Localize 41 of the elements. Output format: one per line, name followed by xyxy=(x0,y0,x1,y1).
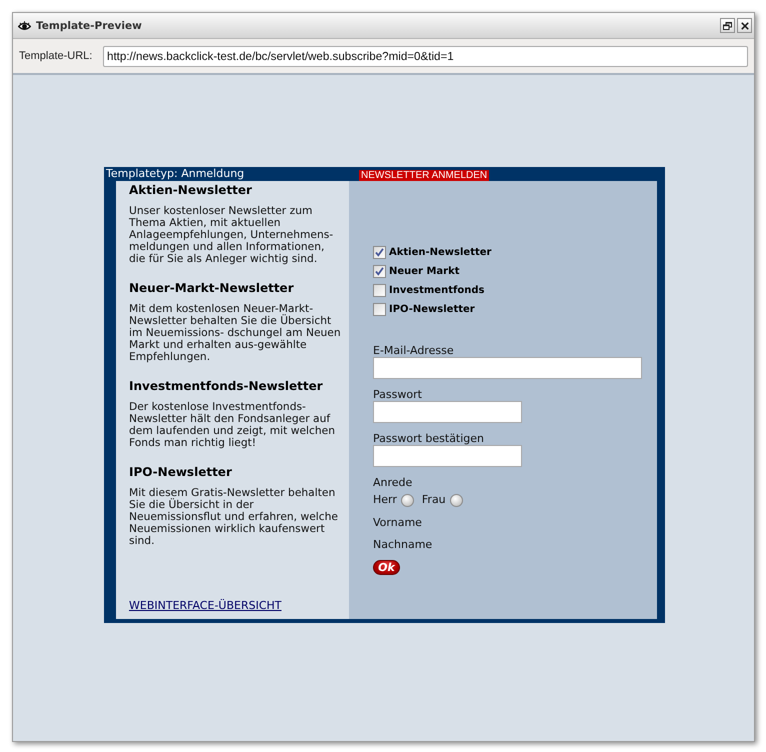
overview-link[interactable]: WEBINTERFACE-ÜBERSICHT xyxy=(129,600,282,612)
password-field[interactable] xyxy=(373,401,522,423)
checkbox-label: Neuer Markt xyxy=(389,266,460,278)
checkbox-label: IPO-Newsletter xyxy=(389,304,475,316)
field-label: Passwort bestätigen xyxy=(373,433,486,445)
newsletter-description: Mit diesem Gratis-Newsletter behalten Sie die Übersicht in der Neuemissionsflut und erfahren, welche Neuemissionen wirklich kaufenswert sind. xyxy=(129,487,339,547)
checkbox[interactable] xyxy=(373,246,386,259)
close-icon xyxy=(740,22,748,30)
checkbox-label: Aktien-Newsletter xyxy=(389,246,492,258)
newsletter-title: Aktien-Newsletter xyxy=(129,182,253,198)
template-type-label: Templatetyp: Anmeldung xyxy=(105,167,246,181)
checkbox[interactable] xyxy=(373,284,386,297)
newsletter-description: Unser kostenloser Newsletter zum Thema Aktien, mit aktuellen Anlageempfehlungen, Unternehmens- meldungen und allen Informationen, die für Sie als Anleger wichtig sind. xyxy=(129,205,334,265)
password-field[interactable] xyxy=(373,445,522,467)
newsletter-description: Der kostenlose Investmentfonds-Newsletter hält den Fondsanleger auf dem laufenden und zeigt, mit welchen Fonds man richtig liegt! xyxy=(129,401,336,449)
field-label: Vorname xyxy=(373,517,423,529)
text-field[interactable] xyxy=(373,357,642,379)
newsletter-description: Mit dem kostenlosen Neuer-Markt-Newsletter behalten Sie die Übersicht im Neuemissions- dschungel am Neuen Markt und erhalten aus-gewählte Empfehlungen. xyxy=(129,303,341,363)
checkbox[interactable] xyxy=(373,303,386,316)
field-label: Nachname xyxy=(373,539,434,551)
window-title: Template-Preview xyxy=(36,18,142,32)
radio-label: Frau xyxy=(422,494,446,506)
url-field[interactable]: http://news.backclick-test.de/bc/servlet/web.subscribe?mid=0&tid=1 xyxy=(103,46,748,66)
radio-label: Herr xyxy=(373,494,397,506)
radio-button[interactable] xyxy=(400,494,414,506)
field-label: E-Mail-Adresse xyxy=(373,345,455,357)
newsletter-title: Neuer-Markt-Newsletter xyxy=(129,280,295,296)
ok-button[interactable]: Ok xyxy=(373,560,400,575)
close-button[interactable] xyxy=(737,18,752,33)
restore-icon xyxy=(723,22,732,30)
checkbox[interactable] xyxy=(373,265,386,278)
checkbox-label: Investmentfonds xyxy=(389,284,484,296)
field-label: Anrede xyxy=(373,477,414,489)
section-badge: NEWSLETTER ANMELDEN xyxy=(359,170,490,181)
field-label: Passwort xyxy=(373,389,423,401)
eye-icon xyxy=(18,20,31,30)
newsletter-title: Investmentfonds-Newsletter xyxy=(129,378,324,394)
restore-button[interactable] xyxy=(720,18,735,33)
newsletter-title: IPO-Newsletter xyxy=(129,464,233,480)
url-label: Template-URL: xyxy=(19,50,94,62)
radio-button[interactable] xyxy=(450,494,463,506)
